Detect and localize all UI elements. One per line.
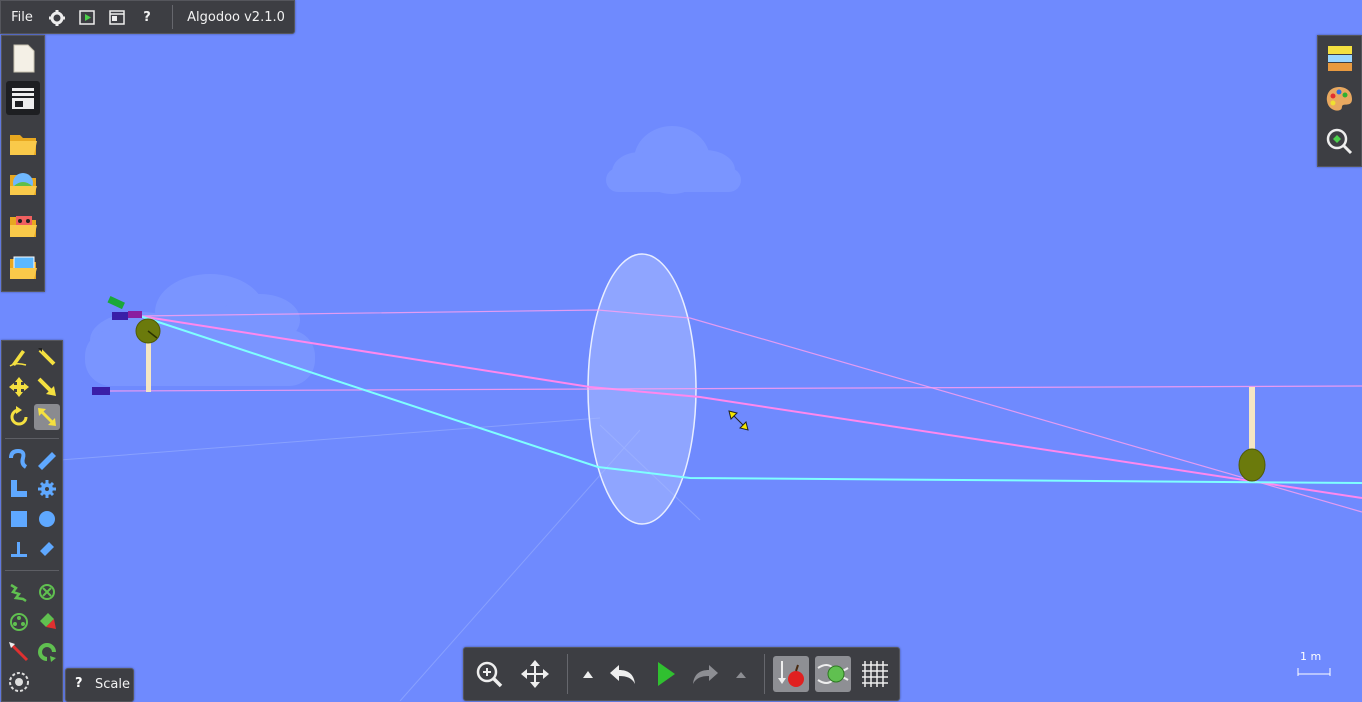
tool-tooltip: ? Scale (65, 668, 134, 702)
bar-separator (764, 654, 765, 694)
redo-icon[interactable] (687, 656, 723, 692)
play-icon[interactable] (647, 656, 683, 692)
zoom-icon[interactable] (471, 656, 507, 692)
open-world-icon[interactable] (6, 166, 40, 200)
gear-icon[interactable] (45, 1, 69, 33)
right-toolbar (1317, 35, 1362, 167)
gear-tool-icon[interactable] (34, 476, 60, 502)
polygon-tool-icon[interactable] (6, 476, 32, 502)
move-tool-icon[interactable] (6, 374, 32, 400)
gravity-toggle-icon[interactable] (773, 656, 809, 692)
chain-tool-icon[interactable] (6, 609, 32, 635)
texture-tool-icon[interactable] (6, 669, 32, 695)
box-tool-icon[interactable] (6, 506, 32, 532)
laser-pen-purple[interactable] (128, 311, 142, 318)
scale-cursor-icon (728, 410, 749, 431)
ray-cyan (139, 315, 1362, 484)
rotate-tool-icon[interactable] (6, 404, 32, 430)
laser-rays (107, 309, 1362, 513)
pan-icon[interactable] (517, 656, 553, 692)
laser-pen-axis[interactable] (92, 387, 110, 395)
sketch-tool-icon[interactable] (6, 344, 32, 370)
undo-icon[interactable] (605, 656, 641, 692)
image-stick[interactable] (1249, 387, 1255, 453)
speed-up-icon[interactable] (571, 656, 605, 692)
cut-tool-icon[interactable] (34, 344, 60, 370)
tooltip-label: Scale (95, 677, 130, 692)
file-toolbar (1, 35, 45, 292)
ray-axis (107, 385, 1362, 392)
plane-tool-icon[interactable] (34, 446, 60, 472)
laser-tool-icon[interactable] (6, 639, 32, 665)
open-folder-icon[interactable] (6, 126, 40, 160)
scale-tool-icon[interactable] (34, 404, 60, 430)
hinge-tool-icon[interactable] (34, 536, 60, 562)
file-menu[interactable]: File (7, 1, 37, 33)
ray-middle (139, 315, 1362, 499)
air-friction-toggle-icon[interactable] (815, 656, 851, 692)
tool-separator (5, 438, 59, 439)
window-icon[interactable] (105, 1, 129, 33)
zoom-to-fit-icon[interactable] (1322, 124, 1356, 158)
rope-tool-icon[interactable] (6, 446, 32, 472)
open-images-folder-icon[interactable] (6, 250, 40, 284)
tool-palette (1, 340, 63, 702)
app-version: Algodoo v2.1.0 (187, 10, 285, 25)
menu-bar: File ? Algodoo v2.1.0 (0, 0, 295, 34)
options-up-icon[interactable] (726, 656, 756, 692)
color-palette-icon[interactable] (1322, 82, 1356, 116)
tool-separator (5, 570, 59, 571)
tooltip-help-icon[interactable]: ? (75, 676, 83, 691)
fixate-tool-icon[interactable] (6, 536, 32, 562)
new-scene-icon[interactable] (6, 41, 40, 75)
drag-tool-icon[interactable] (34, 374, 60, 400)
background-layers-icon[interactable] (1322, 41, 1356, 75)
help-icon[interactable]: ? (135, 1, 159, 33)
object-stick[interactable] (146, 335, 151, 392)
scale-label: 1 m (1300, 650, 1322, 663)
grid-toggle-icon[interactable] (857, 656, 893, 692)
open-scenes-folder-icon[interactable] (6, 208, 40, 242)
laser-pen-green[interactable] (107, 295, 125, 310)
simulation-canvas[interactable] (0, 0, 1362, 701)
menu-separator (172, 5, 173, 29)
bottom-control-bar (463, 647, 900, 701)
play-window-icon[interactable] (75, 1, 99, 33)
cloud-left (85, 274, 315, 386)
axle-tool-icon[interactable] (34, 579, 60, 605)
circle-tool-icon[interactable] (34, 506, 60, 532)
cloud-top (606, 126, 741, 194)
scale-indicator (1297, 668, 1331, 676)
thruster-tool-icon[interactable] (34, 609, 60, 635)
image-head[interactable] (1238, 448, 1266, 482)
templates-icon[interactable] (6, 81, 40, 115)
bar-separator (567, 654, 568, 694)
tracer-tool-icon[interactable] (34, 639, 60, 665)
spring-tool-icon[interactable] (6, 579, 32, 605)
laser-pen-blue[interactable] (112, 312, 128, 320)
